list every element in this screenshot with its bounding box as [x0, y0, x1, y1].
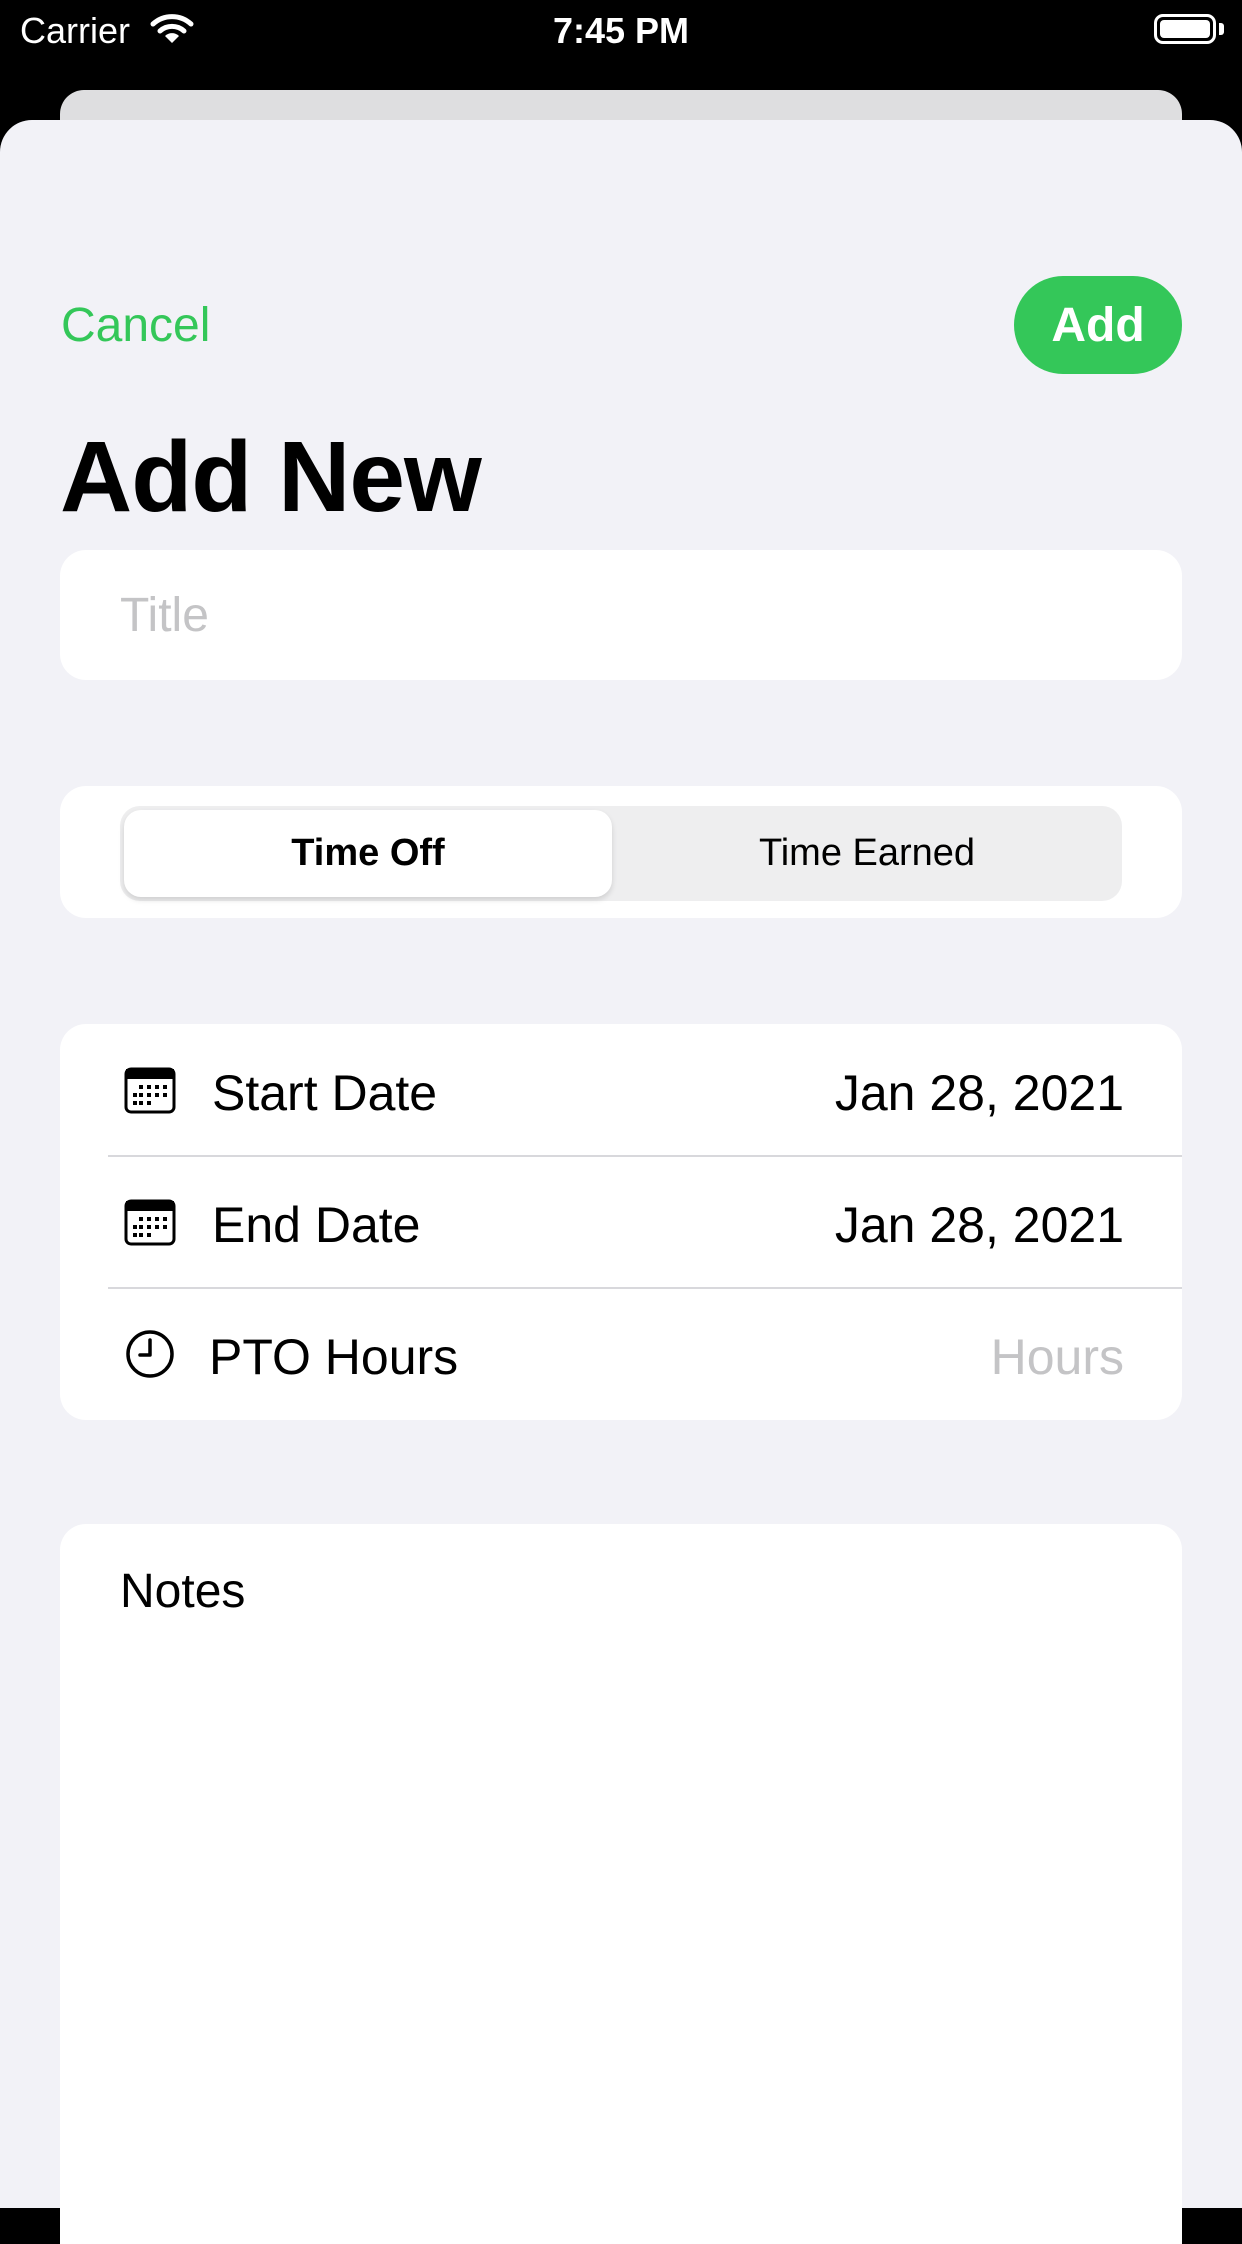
end-date-label: End Date: [212, 1197, 421, 1253]
add-new-sheet: Cancel Add Add New Time Off Time Earned: [0, 120, 1242, 2244]
pto-hours-row[interactable]: PTO Hours Hours: [60, 1288, 1182, 1420]
type-segmented-control: Time Off Time Earned: [120, 806, 1122, 901]
battery-icon: [1154, 14, 1216, 44]
status-time: 7:45 PM: [552, 10, 690, 51]
calendar-icon: [124, 1066, 176, 1119]
end-date-value[interactable]: Jan 28, 2021: [835, 1196, 1124, 1254]
pto-hours-label: PTO Hours: [209, 1329, 459, 1385]
details-card: Start Date Jan 28, 2021 End Date Jan 28,…: [60, 1024, 1182, 1420]
status-bar: Carrier 7:45 PM: [0, 0, 1242, 64]
segment-time-earned[interactable]: Time Earned: [616, 810, 1118, 897]
notes-label: Notes: [120, 1565, 246, 1618]
calendar-icon: [124, 1198, 176, 1251]
start-date-label: Start Date: [212, 1065, 438, 1121]
title-card: [60, 550, 1182, 680]
start-date-value[interactable]: Jan 28, 2021: [835, 1064, 1124, 1122]
battery-tip: [1219, 23, 1224, 35]
start-date-row[interactable]: Start Date Jan 28, 2021: [60, 1024, 1182, 1156]
pto-hours-input[interactable]: Hours: [991, 1328, 1124, 1386]
type-card: Time Off Time Earned: [60, 786, 1182, 918]
title-input[interactable]: [120, 550, 1120, 680]
cancel-button[interactable]: Cancel: [61, 298, 210, 353]
clock-icon: [124, 1328, 176, 1385]
end-date-row[interactable]: End Date Jan 28, 2021: [60, 1156, 1182, 1288]
add-button[interactable]: Add: [1014, 276, 1182, 374]
segment-time-off[interactable]: Time Off: [124, 810, 612, 897]
notes-card[interactable]: Notes: [60, 1524, 1182, 2244]
page-title: Add New: [60, 421, 482, 533]
